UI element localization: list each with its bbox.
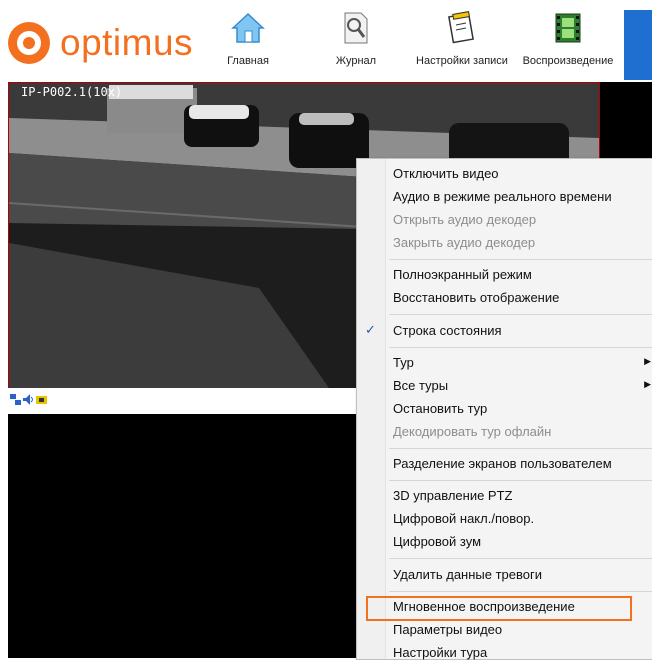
menu-item-digital-pan-tilt[interactable]: Цифровой накл./повор. — [393, 511, 534, 526]
menu-item-decode-tour-offline[interactable]: Декодировать тур офлайн — [393, 424, 551, 439]
menu-separator — [389, 591, 652, 592]
menu-item-3d-ptz[interactable]: 3D управление PTZ — [393, 488, 513, 503]
menu-separator — [389, 480, 652, 481]
camera-name-overlay: IP-P002.1(10x) — [21, 85, 123, 99]
menu-item-all-tours[interactable]: Все туры — [393, 378, 448, 393]
context-menu: Отключить видео Аудио в режиме реального… — [356, 158, 652, 660]
nav-journal-label: Журнал — [335, 55, 377, 67]
nav-journal-button[interactable]: Журнал — [330, 10, 382, 76]
audio-status-icon — [23, 390, 34, 405]
nav-playback-label: Воспроизведение — [522, 55, 614, 67]
menu-item-fullscreen[interactable]: Полноэкранный режим — [393, 267, 532, 282]
menu-item-digital-zoom[interactable]: Цифровой зум — [393, 534, 481, 549]
checkmark-icon: ✓ — [365, 323, 376, 338]
optimus-logo: optimus — [8, 22, 193, 64]
menu-item-tour[interactable]: Тур — [393, 355, 414, 370]
menu-item-user-screen-split[interactable]: Разделение экранов пользователем — [393, 456, 612, 471]
nav-playback-button[interactable]: Воспроизведение — [518, 10, 618, 76]
empty-video-pane[interactable] — [600, 82, 652, 162]
menu-separator — [389, 259, 652, 260]
record-settings-icon — [444, 10, 480, 46]
menu-separator — [389, 314, 652, 315]
nav-home-button[interactable]: Главная — [222, 10, 274, 76]
menu-item-stop-tour[interactable]: Остановить тур — [393, 401, 487, 416]
logo-mark-icon — [8, 22, 50, 64]
menu-item-open-audio-decoder[interactable]: Открыть аудио декодер — [393, 212, 536, 227]
menu-item-realtime-audio[interactable]: Аудио в режиме реального времени — [393, 189, 612, 204]
menu-separator — [389, 448, 652, 449]
menu-item-status-bar[interactable]: Строка состояния — [393, 323, 502, 338]
nav-record-settings-label: Настройки записи — [416, 55, 508, 67]
nav-more-tab[interactable] — [624, 10, 652, 80]
menu-item-close-audio-decoder[interactable]: Закрыть аудио декодер — [393, 235, 535, 250]
menu-item-delete-alarm-data[interactable]: Удалить данные тревоги — [393, 567, 542, 582]
network-status-icon — [10, 390, 21, 405]
top-toolbar: optimus Главная Журнал Настройки записи … — [0, 0, 652, 80]
submenu-arrow-icon: ▶ — [644, 357, 651, 367]
nav-record-settings-button[interactable]: Настройки записи — [412, 10, 512, 76]
menu-separator — [389, 558, 652, 559]
submenu-arrow-icon: ▶ — [644, 380, 651, 390]
menu-item-disable-video[interactable]: Отключить видео — [393, 166, 499, 181]
playback-icon — [550, 10, 586, 46]
menu-item-instant-playback[interactable]: Мгновенное воспроизведение — [393, 599, 575, 614]
logo-text: optimus — [60, 22, 194, 63]
nav-home-label: Главная — [227, 55, 269, 67]
menu-item-video-parameters[interactable]: Параметры видео — [393, 622, 502, 637]
record-status-icon — [36, 390, 47, 404]
home-icon — [230, 10, 266, 46]
menu-item-restore-display[interactable]: Восстановить отображение — [393, 290, 559, 305]
menu-separator — [389, 347, 652, 348]
journal-icon — [338, 10, 374, 46]
